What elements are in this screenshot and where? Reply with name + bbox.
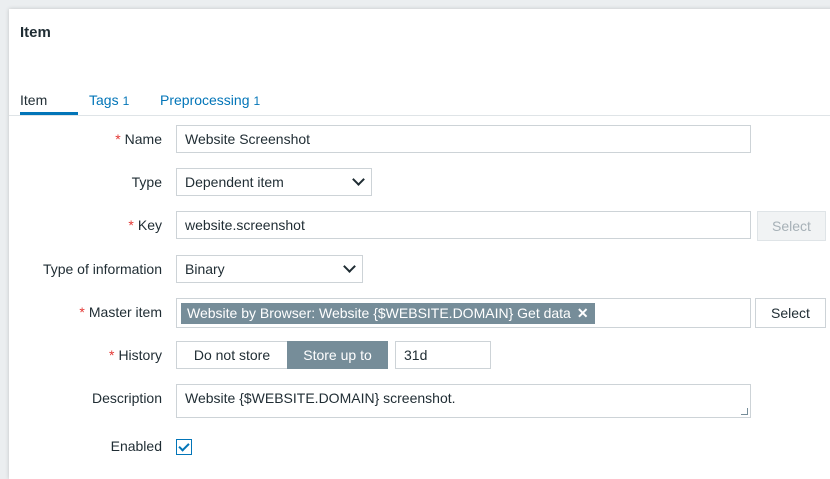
description-label: Description bbox=[91, 390, 162, 406]
key-label: * Key bbox=[128, 217, 162, 233]
master-item-label-text: Master item bbox=[88, 304, 162, 320]
required-mark: * bbox=[128, 217, 134, 233]
required-mark: * bbox=[115, 131, 121, 147]
description-row: Description Website {$WEBSITE.DOMAIN} sc… bbox=[9, 384, 830, 420]
active-tab-indicator bbox=[20, 112, 78, 115]
tab-item[interactable]: Item bbox=[20, 91, 47, 124]
type-select-value: Dependent item bbox=[185, 174, 284, 190]
name-label-text: Name bbox=[124, 131, 162, 147]
checkmark-icon bbox=[178, 440, 190, 452]
master-item-multiselect[interactable]: Website by Browser: Website {$WEBSITE.DO… bbox=[176, 298, 751, 328]
master-item-chip-label: Website by Browser: Website {$WEBSITE.DO… bbox=[187, 305, 571, 321]
name-row: * Name Website Screenshot bbox=[9, 125, 830, 155]
chevron-down-icon bbox=[352, 173, 365, 186]
type-label: Type bbox=[131, 174, 162, 190]
tab-item-label: Item bbox=[20, 92, 48, 108]
type-of-information-select[interactable]: Binary bbox=[176, 255, 363, 283]
history-label-text: History bbox=[118, 347, 162, 363]
key-input[interactable]: website.screenshot bbox=[176, 211, 751, 239]
tab-preprocessing-count: 1 bbox=[253, 94, 261, 108]
page-title: Item bbox=[20, 24, 51, 41]
master-item-label: * Master item bbox=[79, 304, 162, 320]
history-do-not-store-option[interactable]: Do not store bbox=[176, 341, 288, 369]
type-row: Type Dependent item bbox=[9, 168, 830, 198]
tab-tags[interactable]: Tags 1 bbox=[89, 91, 129, 124]
key-row: * Key website.screenshot Select bbox=[9, 211, 830, 241]
history-label: * History bbox=[109, 347, 162, 363]
enabled-checkbox[interactable] bbox=[176, 439, 192, 455]
master-item-select-button[interactable]: Select bbox=[755, 298, 826, 328]
type-select[interactable]: Dependent item bbox=[176, 168, 372, 196]
enabled-row: Enabled bbox=[9, 435, 830, 465]
tab-tags-count: 1 bbox=[122, 94, 130, 108]
key-select-button[interactable]: Select bbox=[757, 211, 826, 241]
name-label: * Name bbox=[115, 131, 162, 147]
history-store-up-to-option[interactable]: Store up to bbox=[287, 341, 388, 369]
chevron-down-icon bbox=[343, 260, 356, 273]
required-mark: * bbox=[108, 347, 115, 363]
enabled-label: Enabled bbox=[110, 438, 162, 454]
item-form-panel: Item Item Tags 1 Preprocessing 1 * Name Web… bbox=[9, 9, 830, 479]
tab-tags-label: Tags bbox=[89, 92, 119, 108]
name-input[interactable]: Website Screenshot bbox=[176, 125, 751, 153]
key-label-text: Key bbox=[137, 217, 162, 233]
description-textarea[interactable]: Website {$WEBSITE.DOMAIN} screenshot. bbox=[176, 384, 751, 418]
history-row: * History Do not store Store up to 31d bbox=[9, 341, 830, 371]
description-text: Website {$WEBSITE.DOMAIN} screenshot. bbox=[185, 390, 456, 406]
close-icon[interactable]: ✕ bbox=[577, 305, 589, 321]
master-item-chip: Website by Browser: Website {$WEBSITE.DO… bbox=[181, 303, 595, 324]
resize-handle-icon[interactable] bbox=[741, 408, 748, 415]
required-mark: * bbox=[79, 304, 85, 320]
tab-bar: Item Tags 1 Preprocessing 1 bbox=[9, 81, 830, 116]
type-of-information-row: Type of information Binary bbox=[9, 255, 830, 285]
history-period-input[interactable]: 31d bbox=[395, 341, 491, 369]
type-of-information-value: Binary bbox=[185, 261, 225, 277]
tab-preprocessing[interactable]: Preprocessing 1 bbox=[160, 91, 260, 124]
master-item-row: * Master item Website by Browser: Website… bbox=[9, 298, 830, 328]
tab-preprocessing-label: Preprocessing bbox=[160, 92, 250, 108]
type-of-information-label: Type of information bbox=[42, 261, 162, 277]
